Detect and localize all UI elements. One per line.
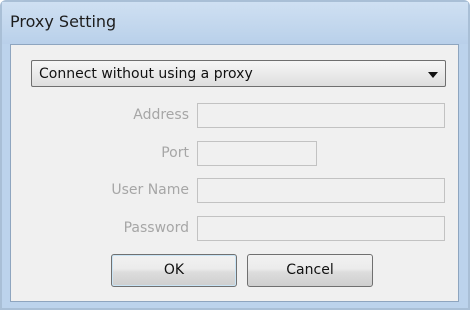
address-input[interactable] bbox=[197, 103, 445, 128]
port-label: Port bbox=[161, 145, 189, 161]
cancel-button[interactable]: Cancel bbox=[247, 254, 373, 287]
username-input[interactable] bbox=[197, 178, 445, 203]
address-label: Address bbox=[133, 107, 189, 123]
dialog-title: Proxy Setting bbox=[10, 12, 117, 31]
password-label: Password bbox=[123, 220, 189, 236]
proxy-mode-selected-value: Connect without using a proxy bbox=[39, 66, 253, 82]
username-label: User Name bbox=[111, 182, 189, 198]
proxy-mode-select[interactable]: Connect without using a proxy bbox=[31, 60, 446, 87]
dropdown-arrow-icon bbox=[428, 72, 438, 78]
port-input[interactable] bbox=[197, 141, 317, 166]
password-input[interactable] bbox=[197, 216, 445, 241]
title-bar[interactable]: Proxy Setting bbox=[2, 2, 468, 44]
dialog-body: Connect without using a proxy Address Po… bbox=[10, 44, 459, 302]
ok-button[interactable]: OK bbox=[111, 254, 237, 287]
proxy-setting-dialog: Proxy Setting Connect without using a pr… bbox=[0, 0, 470, 310]
